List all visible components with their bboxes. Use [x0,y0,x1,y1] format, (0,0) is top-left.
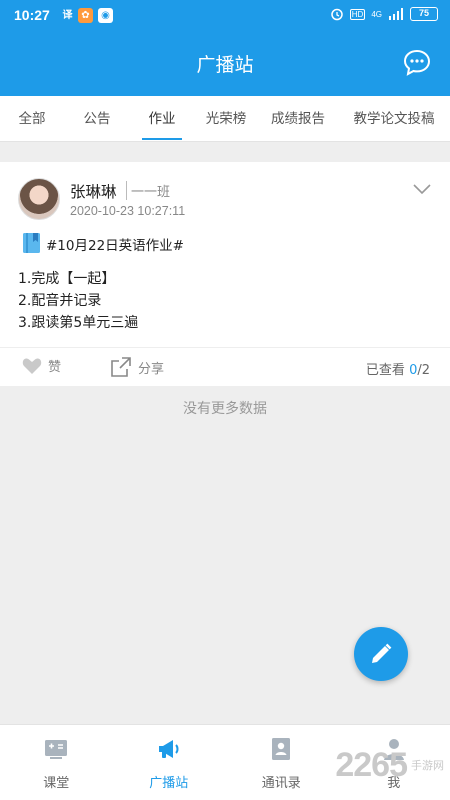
chevron-down-icon[interactable] [412,182,432,196]
tab-paper-submission[interactable]: 教学论文投稿 [338,96,450,142]
compose-button[interactable] [354,627,408,681]
hd-badge: HD [349,8,366,20]
list-end-text: 没有更多数据 [183,401,267,417]
header: 广播站 [0,32,450,96]
like-button[interactable]: 赞 [22,356,61,375]
classroom-icon [45,740,68,759]
viewed-label: 已查看 [365,363,405,378]
book-icon [23,233,40,253]
person-icon [383,739,404,760]
message-icon[interactable] [402,48,432,78]
tab-honor-roll[interactable]: 光荣榜 [194,96,258,142]
notification-icon: 译 [62,10,73,21]
tab-grade-report[interactable]: 成绩报告 [258,96,338,142]
heart-icon [22,357,42,374]
share-icon [111,357,131,377]
page-title: 广播站 [196,54,254,76]
category-tabs: 全部 公告 作业 光荣榜 成绩报告 教学论文投稿 [0,96,450,142]
tab-homework[interactable]: 作业 [130,96,194,142]
post-time: 2020-10-23 10:27:11 [70,204,186,218]
status-bar: 10:27 译 ✿ ◉ HD 4G 75 [0,0,450,32]
share-button[interactable]: 分享 [110,356,164,378]
post-card[interactable]: 张琳琳 一一班 2020-10-23 10:27:11 #10月22日英语作业#… [0,162,450,386]
nav-broadcast[interactable]: 广播站 [113,725,226,800]
post-line: 1.完成【一起】 [18,271,116,287]
author-name: 张琳琳 [70,183,117,201]
nav-label: 广播站 [149,776,189,791]
avatar[interactable] [18,178,60,220]
megaphone-icon [158,740,179,758]
like-label: 赞 [48,360,62,375]
divider [0,347,450,348]
alarm-icon [331,8,343,21]
status-time: 10:27 [14,7,50,23]
nav-me[interactable]: 我 [338,725,450,800]
pencil-icon [372,643,392,663]
nav-label: 通讯录 [261,776,301,791]
signal-icon [389,8,403,20]
nav-classroom[interactable]: 课堂 [0,725,113,800]
tab-announcements[interactable]: 公告 [64,96,130,142]
tab-all[interactable]: 全部 [0,96,64,142]
nav-label: 我 [387,776,401,791]
battery-icon: 75 [410,7,438,21]
post-subject: #10月22日英语作业# [46,238,184,254]
app-notification-icon-2: ◉ [98,8,113,23]
post-line: 2.配音并记录 [18,293,102,309]
viewed-count[interactable]: 已查看 0/2 [366,359,430,378]
network-type: 4G [371,9,382,19]
contacts-icon [272,738,291,760]
share-label: 分享 [138,361,165,377]
nav-label: 课堂 [43,776,70,791]
nav-contacts[interactable]: 通讯录 [225,725,338,800]
post-line: 3.跟读第5单元三遍 [18,315,139,331]
bottom-nav: 课堂 广播站 通讯录 我 [0,724,450,800]
app-notification-icon: ✿ [78,8,93,23]
viewed-total: /2 [417,363,430,378]
class-name: 一一班 [126,181,170,200]
